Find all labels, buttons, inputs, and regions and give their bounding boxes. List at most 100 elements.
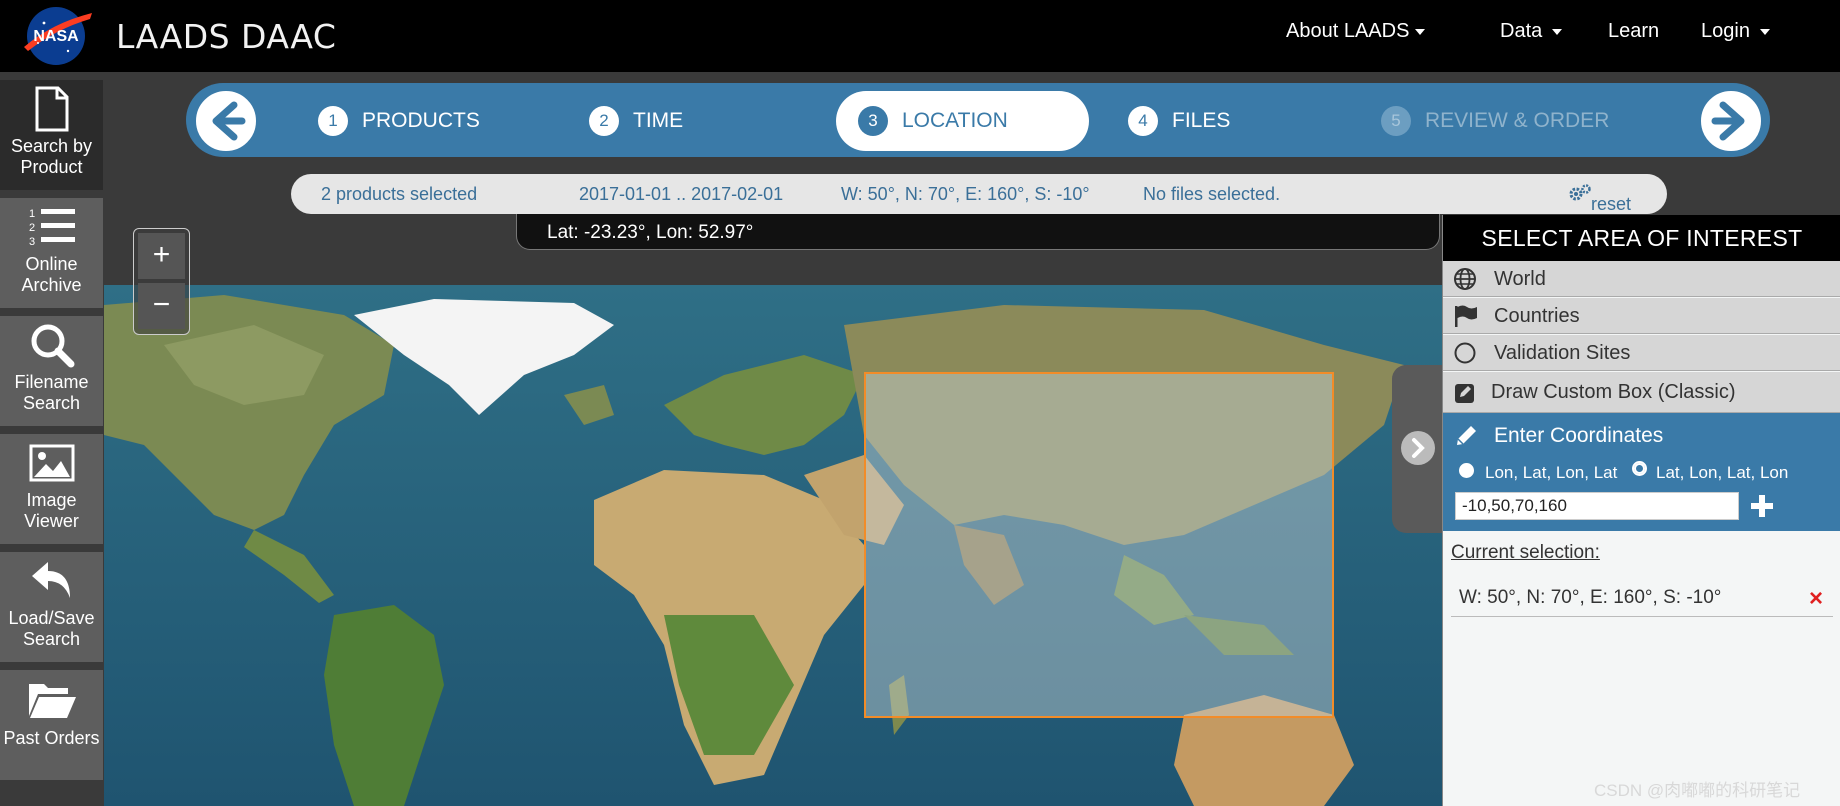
world-map[interactable] <box>104 285 1442 806</box>
nav-data[interactable]: Data <box>1500 20 1563 43</box>
arrow-left-icon <box>212 101 246 141</box>
aoi-option-draw-custom-box[interactable]: Draw Custom Box (Classic) <box>1443 372 1840 413</box>
panel-title: SELECT AREA OF INTEREST <box>1443 215 1840 261</box>
top-navbar: NASA LAADS DAAC About LAADS Data Learn L… <box>0 0 1840 72</box>
nasa-logo[interactable]: NASA <box>22 3 94 67</box>
sidebar-label: Filename <box>14 372 89 392</box>
sidebar-label: Search by <box>10 136 93 156</box>
sidebar-item-online-archive[interactable]: 1 2 3 Online Archive <box>0 198 103 308</box>
enter-coordinates-section: Enter Coordinates Lon, Lat, Lon, Lat Lat… <box>1443 413 1840 531</box>
satellite-map-image <box>104 285 1442 806</box>
remove-selection-button[interactable]: × <box>1809 585 1823 613</box>
enter-coordinates-label[interactable]: Enter Coordinates <box>1494 424 1663 448</box>
circle-icon <box>1454 342 1476 364</box>
aoi-option-label: Countries <box>1494 305 1580 327</box>
summary-dates[interactable]: 2017-01-01 .. 2017-02-01 <box>579 184 783 205</box>
aoi-option-label: World <box>1494 268 1546 290</box>
nav-learn-label: Learn <box>1608 20 1660 42</box>
nasa-logo-text: NASA <box>33 28 79 45</box>
chevron-right-icon <box>1412 438 1425 458</box>
wizard-step-products[interactable]: 1 PRODUCTS <box>318 91 480 151</box>
search-icon <box>31 324 74 368</box>
reset-button[interactable]: reset <box>1569 184 1631 214</box>
sidebar-label: Search <box>22 629 81 649</box>
undo-arrow-icon <box>31 562 70 598</box>
radio-lat-lon-order[interactable] <box>1632 461 1647 476</box>
sidebar-item-load-save-search[interactable]: Load/Save Search <box>0 552 103 662</box>
nav-about-laads[interactable]: About LAADS <box>1286 20 1426 43</box>
sidebar-item-past-orders[interactable]: Past Orders <box>0 670 103 780</box>
coordinates-input[interactable] <box>1455 492 1739 520</box>
sidebar-label: Load/Save <box>8 608 95 628</box>
sidebar-label: Past Orders <box>3 728 100 748</box>
step-number: 1 <box>318 106 348 137</box>
pencil-icon <box>1457 426 1476 445</box>
caret-down-icon <box>1759 28 1770 35</box>
summary-products[interactable]: 2 products selected <box>321 184 477 205</box>
gears-icon <box>1569 184 1591 201</box>
sidebar-item-filename-search[interactable]: Filename Search <box>0 316 103 426</box>
summary-files[interactable]: No files selected. <box>1143 184 1280 205</box>
flag-icon <box>1455 305 1477 327</box>
image-icon <box>29 444 74 482</box>
edit-box-icon <box>1455 384 1474 403</box>
current-selection-row: W: 50°, N: 70°, E: 160°, S: -10° × <box>1451 577 1833 617</box>
aoi-option-validation-sites[interactable]: Validation Sites <box>1443 335 1840 371</box>
step-label: TIME <box>633 109 684 132</box>
folder-open-icon <box>28 684 76 718</box>
svg-text:2: 2 <box>29 222 35 234</box>
wizard-back-button[interactable] <box>193 88 259 154</box>
sidebar-label: Image <box>26 490 77 510</box>
collapse-panel-button[interactable] <box>1401 431 1435 465</box>
svg-text:1: 1 <box>29 208 35 220</box>
globe-icon <box>1454 268 1476 290</box>
step-label: PRODUCTS <box>362 109 480 132</box>
zoom-in-button[interactable]: + <box>138 233 185 279</box>
sidebar-label: Archive <box>21 275 82 295</box>
zoom-out-button[interactable]: − <box>138 283 185 329</box>
plus-icon[interactable] <box>1749 493 1775 519</box>
wizard-step-files[interactable]: 4 FILES <box>1128 91 1230 151</box>
document-icon <box>35 86 68 132</box>
step-label: LOCATION <box>902 109 1008 132</box>
sidebar-item-image-viewer[interactable]: Image Viewer <box>0 434 103 544</box>
step-label: FILES <box>1172 109 1231 132</box>
area-of-interest-panel: SELECT AREA OF INTEREST World Countries … <box>1442 215 1840 806</box>
current-selection-label: Current selection: <box>1451 542 1600 563</box>
caret-down-icon <box>1552 28 1563 35</box>
step-number: 4 <box>1128 106 1158 137</box>
watermark: CSDN @肉嘟嘟的科研笔记 <box>1594 781 1801 800</box>
nav-about-label: About LAADS <box>1286 20 1410 42</box>
panel-collapse-handle[interactable] <box>1392 365 1444 533</box>
step-number: 5 <box>1381 106 1411 137</box>
reset-label: reset <box>1591 194 1632 214</box>
nav-data-label: Data <box>1500 20 1543 42</box>
sidebar-item-search-by-product[interactable]: Search by Product <box>0 80 103 190</box>
aoi-option-world[interactable]: World <box>1443 261 1840 297</box>
aoi-option-label: Draw Custom Box (Classic) <box>1491 381 1736 403</box>
nav-login[interactable]: Login <box>1701 20 1770 43</box>
caret-down-icon <box>1415 28 1426 35</box>
svg-text:3: 3 <box>29 236 35 248</box>
step-number: 2 <box>589 106 619 137</box>
brand-title[interactable]: LAADS DAAC <box>116 17 336 56</box>
zoom-control: + − <box>133 228 190 335</box>
sidebar-label: Product <box>20 157 83 177</box>
nav-learn[interactable]: Learn <box>1608 20 1659 43</box>
current-selection-value: W: 50°, N: 70°, E: 160°, S: -10° <box>1459 587 1722 608</box>
aoi-option-countries[interactable]: Countries <box>1443 298 1840 334</box>
wizard-next-button[interactable] <box>1698 88 1764 154</box>
nav-login-label: Login <box>1701 20 1750 42</box>
wizard-stepper: 1 PRODUCTS 2 TIME 3 LOCATION 4 FILES 5 REVIEW… <box>186 83 1770 157</box>
wizard-step-location[interactable]: 3 LOCATION <box>836 91 1089 151</box>
radio-lon-lat-label: Lon, Lat, Lon, Lat <box>1485 463 1618 482</box>
aoi-option-label: Validation Sites <box>1494 342 1631 364</box>
radio-lon-lat-order[interactable] <box>1459 463 1474 478</box>
wizard-step-time[interactable]: 2 TIME <box>589 91 683 151</box>
summary-bbox[interactable]: W: 50°, N: 70°, E: 160°, S: -10° <box>841 184 1090 205</box>
numbered-list-icon: 1 2 3 <box>29 208 75 248</box>
selection-box <box>864 372 1334 718</box>
cursor-coordinate-readout: Lat: -23.23°, Lon: 52.97° <box>516 214 1440 250</box>
left-sidebar: Search by Product 1 2 3 Online Archive Fil… <box>0 72 104 806</box>
wizard-step-review-order: 5 REVIEW & ORDER <box>1381 91 1609 151</box>
